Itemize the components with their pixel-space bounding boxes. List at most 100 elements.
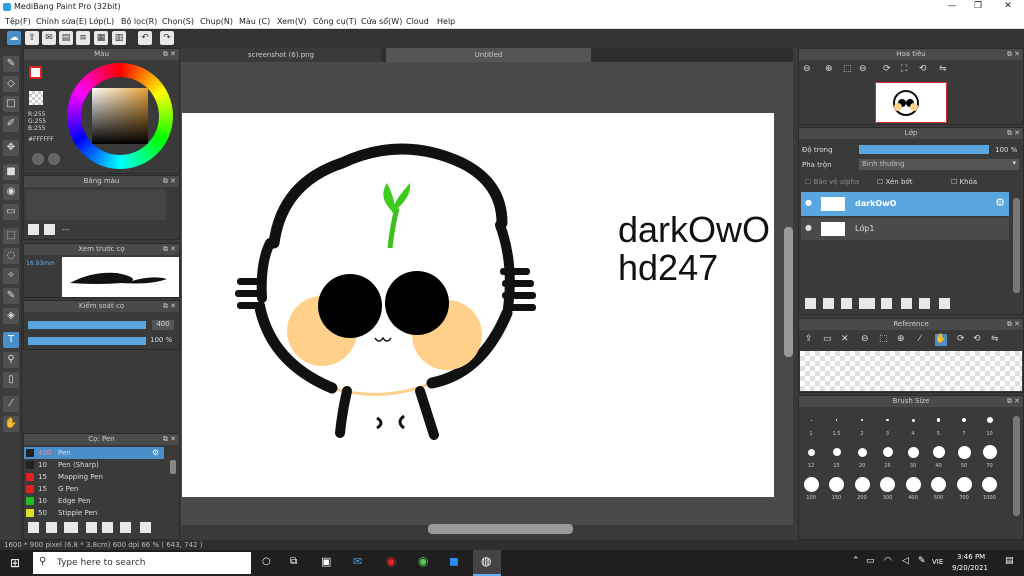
zoom-out-icon[interactable]: ⊖ — [803, 64, 811, 74]
comment-icon[interactable]: ✉ — [42, 31, 56, 45]
brush-size-option[interactable]: 5 — [927, 410, 951, 440]
undo-icon[interactable]: ↶ — [138, 31, 152, 45]
cloud-icon[interactable]: ☁ — [7, 31, 21, 45]
eyedropper-icon[interactable]: ⁄ — [3, 396, 19, 412]
task-view-icon[interactable]: ⧉ — [290, 556, 297, 567]
protect-alpha-checkbox[interactable]: ☐ Bảo vệ alpha — [805, 178, 859, 186]
zoom-app-icon[interactable]: ◼ — [449, 554, 459, 568]
menu-color[interactable]: Màu (C) — [239, 17, 270, 26]
horizontal-scrollbar[interactable] — [428, 524, 573, 534]
layer-opacity-slider[interactable] — [859, 145, 989, 154]
table-icon[interactable]: ▥ — [112, 31, 126, 45]
layer-row[interactable]: ● Lớp1 — [801, 218, 1009, 240]
volume-icon[interactable]: ◁ — [902, 556, 909, 566]
duplicate-layer-icon[interactable] — [901, 298, 912, 309]
transparent-swatch[interactable] — [29, 91, 43, 105]
add-brush-icon[interactable] — [28, 522, 39, 533]
mail-icon[interactable]: ✉ — [353, 555, 362, 568]
app-icon-green[interactable]: ◉ — [418, 554, 428, 568]
visibility-icon[interactable]: ● — [805, 198, 812, 207]
canvas-text-line1[interactable]: darkOwO — [618, 209, 770, 251]
brush-size-option[interactable]: 15 — [825, 442, 849, 472]
eyedropper-icon[interactable]: ⁄ — [919, 334, 921, 344]
brush-size-option[interactable]: 1.5 — [825, 410, 849, 440]
brush-size-option[interactable]: 200 — [850, 474, 874, 504]
medibang-taskbar-icon[interactable]: ◍ — [473, 550, 501, 576]
brush-item[interactable]: 15 G Pen — [24, 483, 164, 495]
flip-icon[interactable]: ⇋ — [991, 334, 999, 344]
open-cloud-icon[interactable]: ⇪ — [805, 334, 813, 344]
brush-size-option[interactable]: 25 — [876, 442, 900, 472]
layers-scrollbar[interactable] — [1013, 198, 1020, 293]
pen-icon[interactable]: ✎ — [918, 556, 926, 566]
close-reference-icon[interactable]: ✕ — [841, 334, 849, 344]
gradient-tool-icon[interactable]: ▭ — [3, 204, 19, 220]
panel-close-icon[interactable]: ⧉ ✕ — [163, 176, 176, 187]
notification-icon[interactable]: ▤ — [1005, 556, 1014, 566]
gear-icon[interactable]: ⚙ — [995, 196, 1005, 209]
new-palette-icon[interactable] — [28, 224, 39, 235]
tab-screenshot[interactable]: screenshot (6).png — [181, 48, 381, 62]
hand-icon[interactable]: ✋ — [935, 334, 947, 346]
delete-layer-icon[interactable] — [939, 298, 950, 309]
gear-icon[interactable]: ⚙ — [152, 448, 159, 457]
navigator-thumbnail[interactable] — [875, 82, 947, 123]
select-pen-icon[interactable]: ✎ — [3, 288, 19, 304]
visibility-icon[interactable]: ● — [805, 223, 812, 232]
upload-icon[interactable]: ⇪ — [25, 31, 39, 45]
merge-layer-icon[interactable] — [919, 298, 930, 309]
clipping-checkbox[interactable]: ☐ Xén bớt — [877, 178, 912, 186]
fit-icon[interactable]: ⬚ — [879, 334, 888, 344]
palette-area[interactable] — [26, 190, 166, 220]
brush-size-option[interactable]: 12 — [799, 442, 823, 472]
panel-close-icon[interactable]: ⧉ ✕ — [1007, 49, 1020, 60]
canvas-area[interactable]: darkOwO hd247 — [181, 62, 793, 534]
taskbar-search[interactable]: ⚲ Type here to search — [33, 552, 251, 574]
menu-window[interactable]: Cửa sổ(W) — [361, 17, 402, 26]
hue-wheel[interactable] — [67, 63, 173, 169]
wifi-icon[interactable]: ◠ — [884, 556, 892, 566]
panel-close-icon[interactable]: ⧉ ✕ — [163, 244, 176, 255]
brush-tool-icon[interactable]: ✎ — [3, 56, 19, 72]
new-layer-icon[interactable] — [805, 298, 816, 309]
panel-close-icon[interactable]: ⧉ ✕ — [163, 301, 176, 312]
brush-size-option[interactable]: 100 — [799, 474, 823, 504]
reset-icon[interactable]: ⟲ — [973, 334, 981, 344]
menu-select[interactable]: Chọn(S) — [162, 17, 194, 26]
lasso-tool-icon[interactable]: ◌ — [3, 248, 19, 264]
operation-tool-icon[interactable]: ⚲ — [3, 352, 19, 368]
brush-size-scrollbar[interactable] — [1013, 416, 1020, 516]
brush-item[interactable]: 400 Pen ⚙ — [24, 447, 164, 459]
select-tool-icon[interactable]: ⬚ — [3, 228, 19, 244]
fill-rect-tool-icon[interactable]: ■ — [3, 164, 19, 180]
layer-row[interactable]: ● darkOwO ⚙ — [801, 192, 1009, 216]
brush-size-option[interactable]: 30 — [901, 442, 925, 472]
add-layer-menu-icon[interactable] — [859, 298, 875, 309]
tab-untitled[interactable]: Untitled — [386, 48, 591, 62]
saturation-square[interactable] — [92, 88, 148, 144]
brush-size-option[interactable]: 700 — [952, 474, 976, 504]
pen-tool-icon[interactable]: ✐ — [3, 116, 19, 132]
vertical-scrollbar[interactable] — [784, 227, 793, 357]
brush-size-option[interactable]: 40 — [927, 442, 951, 472]
brush-size-option[interactable]: 70 — [978, 442, 1002, 472]
panel-close-icon[interactable]: ⧉ ✕ — [1007, 319, 1020, 330]
brush-size-option[interactable]: 1000 — [978, 474, 1002, 504]
list-icon[interactable]: ≡ — [76, 31, 90, 45]
blend-mode-select[interactable]: Bình thường ▾ — [859, 159, 1019, 170]
brush-size-option[interactable]: 300 — [876, 474, 900, 504]
brush-size-option[interactable]: 2 — [850, 410, 874, 440]
zoom-out-icon[interactable]: ⊖ — [861, 334, 869, 344]
opacity-slider[interactable] — [28, 337, 146, 345]
lock-checkbox[interactable]: ☐ Khóa — [951, 178, 977, 186]
menu-view[interactable]: Xem(V) — [277, 17, 307, 26]
brush-size-option[interactable]: 1 — [799, 410, 823, 440]
menu-tools[interactable]: Công cụ(T) — [313, 17, 357, 26]
reference-canvas[interactable] — [800, 351, 1022, 391]
duplicate-icon[interactable] — [120, 522, 131, 533]
language-indicator[interactable]: VIE — [932, 558, 943, 566]
menu-help[interactable]: Help — [437, 17, 455, 26]
fit-icon[interactable]: ⬚ — [843, 64, 852, 74]
select-eraser-icon[interactable]: ◈ — [3, 308, 19, 324]
magic-wand-icon[interactable]: ✧ — [3, 268, 19, 284]
